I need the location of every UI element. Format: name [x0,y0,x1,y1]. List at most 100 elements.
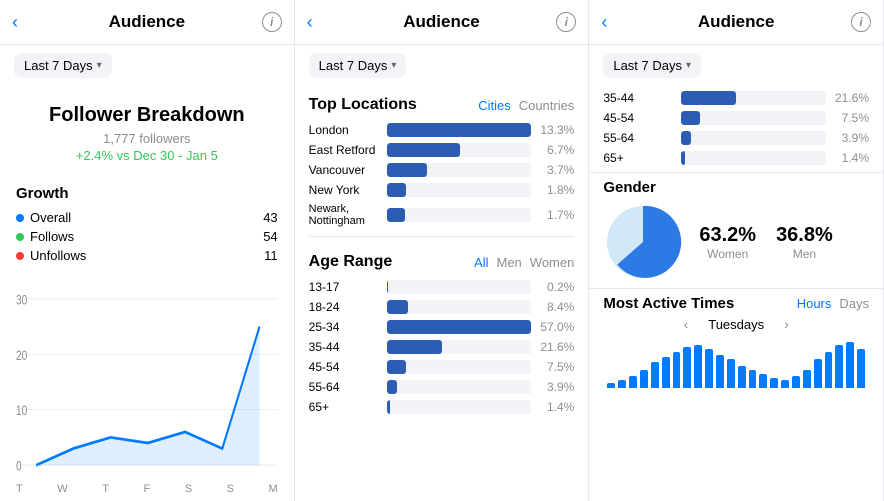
panel-locations-age: ‹ Audience i Last 7 Days ▾ Top Locations… [295,0,590,501]
p3-age-65plus: 65+ 1.4% [589,148,883,168]
back-icon-3[interactable]: ‹ [601,12,607,33]
growth-title: Growth [16,185,278,202]
prev-day-icon[interactable]: ‹ [684,316,689,332]
panel1-title: Audience [109,12,186,32]
panel2-scroll: Top Locations Cities Countries London 13… [295,86,589,501]
hourly-bar-chart [603,338,869,388]
age-range-header: Age Range All Men Women [295,243,589,277]
info-icon-2[interactable]: i [556,12,576,32]
age-18-24: 18-24 8.4% [295,297,589,317]
bar-hour-17 [792,376,800,388]
tab-countries[interactable]: Countries [519,98,575,113]
location-vancouver: Vancouver 3.7% [295,160,589,180]
unfollows-dot [16,252,24,260]
bar-hour-22 [846,342,854,388]
svg-text:30: 30 [16,292,27,308]
gender-men: 36.8% Men [776,224,833,261]
gender-section: Gender 63.2% Women [589,172,883,288]
bar-vancouver [387,163,532,177]
info-icon[interactable]: i [262,12,282,32]
growth-section: Growth Overall 43 Follows 54 Unfollows 1… [0,175,294,277]
p3-age-45-54: 45-54 7.5% [589,108,883,128]
growth-chart: 30 20 10 0 [0,277,294,483]
location-tabs: Cities Countries [478,98,574,113]
tab-cities[interactable]: Cities [478,98,511,113]
tab-days[interactable]: Days [839,296,869,311]
tab-hours[interactable]: Hours [797,296,832,311]
current-day: Tuesdays [708,317,764,332]
divider-1 [309,236,575,237]
bar-hour-2 [629,376,637,388]
p3-age-55-64: 55-64 3.9% [589,128,883,148]
tab-all[interactable]: All [474,255,488,270]
growth-item-follows: Follows 54 [16,229,278,244]
bar-hour-9 [705,349,713,388]
growth-item-overall: Overall 43 [16,210,278,225]
age-45-54: 45-54 7.5% [295,357,589,377]
bar-hour-0 [607,383,615,388]
bar-hour-20 [825,352,833,388]
gender-content: 63.2% Women 36.8% Men [603,202,869,282]
bar-east-retford [387,143,532,157]
info-icon-3[interactable]: i [851,12,871,32]
chart-x-labels: T W T F S S M [0,483,294,501]
tab-men[interactable]: Men [496,255,521,270]
follower-count: 1,777 followers [16,131,278,146]
panel2-header: ‹ Audience i [295,0,589,45]
back-icon[interactable]: ‹ [12,12,18,33]
age-65plus: 65+ 1.4% [295,397,589,417]
panel1-header: ‹ Audience i [0,0,294,45]
bar-hour-6 [673,352,681,388]
age-13-17: 13-17 0.2% [295,277,589,297]
svg-text:20: 20 [16,347,27,363]
bar-hour-4 [651,362,659,388]
bar-hour-5 [662,357,670,388]
svg-text:10: 10 [16,403,27,419]
panel-follower-breakdown: ‹ Audience i Last 7 Days ▾ Follower Brea… [0,0,295,501]
panel3-header: ‹ Audience i [589,0,883,45]
men-label: Men [776,247,833,261]
bar-hour-16 [781,380,789,388]
bar-hour-13 [749,370,757,388]
bar-newark [387,208,532,222]
gender-stats: 63.2% Women 36.8% Men [699,224,832,261]
follows-dot [16,233,24,241]
bar-hour-14 [759,374,767,388]
women-label: Women [699,247,756,261]
bar-hour-1 [618,380,626,388]
most-active-section: Most Active Times Hours Days ‹ Tuesdays … [589,288,883,501]
bar-hour-19 [814,359,822,388]
age-55-64: 55-64 3.9% [295,377,589,397]
panel3-age-section: 35-44 21.6% 45-54 7.5% 55-64 3.9% 65+ [589,86,883,172]
back-icon-2[interactable]: ‹ [307,12,313,33]
location-new-york: New York 1.8% [295,180,589,200]
gender-title: Gender [603,179,869,196]
location-newark: Newark, Nottingham 1.7% [295,200,589,230]
bar-hour-8 [694,345,702,388]
chevron-down-icon-2: ▾ [391,60,396,71]
svg-text:0: 0 [16,458,22,474]
bar-hour-23 [857,349,865,388]
top-locations-title: Top Locations [309,96,417,114]
growth-item-unfollows: Unfollows 11 [16,248,278,263]
tab-women[interactable]: Women [530,255,575,270]
chevron-down-icon-3: ▾ [686,60,691,71]
next-day-icon[interactable]: › [784,316,789,332]
date-filter-panel3[interactable]: Last 7 Days ▾ [603,53,701,78]
women-pct: 63.2% [699,224,756,247]
p3-age-35-44: 35-44 21.6% [589,88,883,108]
most-active-title: Most Active Times [603,295,734,312]
location-london: London 13.3% [295,120,589,140]
bar-hour-11 [727,359,735,388]
bar-hour-12 [738,366,746,388]
location-east-retford: East Retford 6.7% [295,140,589,160]
active-time-tabs: Hours Days [797,296,869,311]
bar-hour-3 [640,370,648,388]
bar-hour-15 [770,378,778,388]
men-pct: 36.8% [776,224,833,247]
date-filter-panel2[interactable]: Last 7 Days ▾ [309,53,407,78]
most-active-header: Most Active Times Hours Days [603,295,869,312]
date-filter-panel1[interactable]: Last 7 Days ▾ [14,53,112,78]
bar-hour-7 [683,347,691,388]
gender-pie-chart [603,202,683,282]
